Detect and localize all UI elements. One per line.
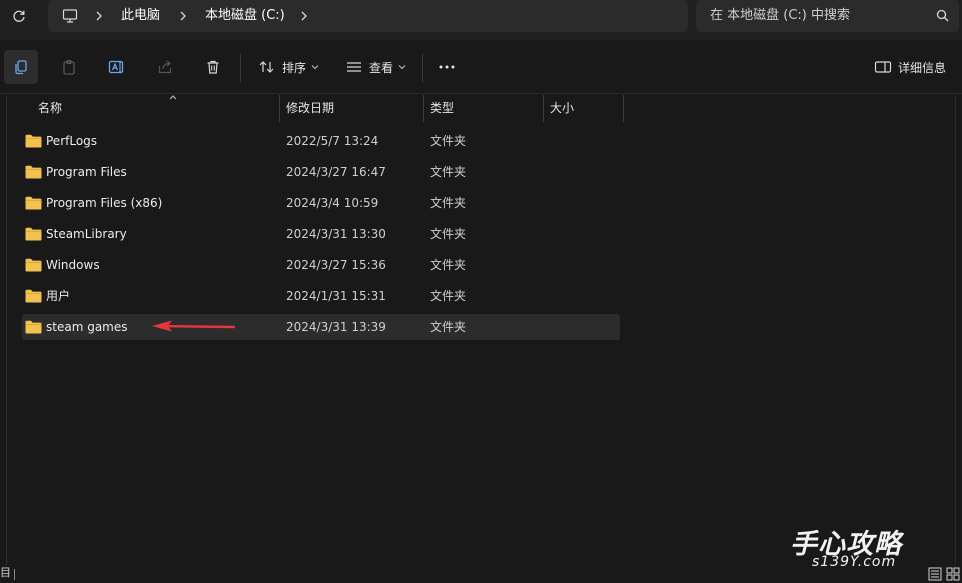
column-header-modified[interactable]: 修改日期 — [286, 95, 334, 122]
paste-button[interactable] — [52, 50, 86, 84]
file-type: 文件夹 — [430, 258, 467, 272]
column-divider[interactable] — [623, 95, 624, 122]
file-type: 文件夹 — [430, 165, 467, 179]
sort-label: 排序 — [281, 60, 306, 75]
column-header-row: 名称 修改日期 类型 大小 — [18, 95, 958, 122]
column-divider[interactable] — [423, 95, 424, 122]
folder-icon — [25, 227, 42, 241]
file-modified: 2024/3/27 15:36 — [286, 258, 386, 272]
annotation-arrow — [152, 320, 236, 332]
rename-button[interactable] — [100, 50, 134, 84]
folder-icon — [25, 320, 42, 334]
search-icon[interactable] — [935, 8, 951, 24]
file-row[interactable]: Windows 2024/3/27 15:36 文件夹 — [22, 252, 620, 278]
file-type: 文件夹 — [430, 289, 467, 303]
command-bar: 排序 查看 详细信息 — [0, 40, 962, 94]
chevron-right-icon[interactable] — [92, 8, 106, 24]
details-pane-button[interactable]: 详细信息 — [868, 50, 952, 84]
file-row[interactable]: PerfLogs 2022/5/7 13:24 文件夹 — [22, 128, 620, 154]
copy-icon — [15, 60, 27, 75]
file-modified: 2024/3/4 10:59 — [286, 196, 379, 210]
file-name: 用户 — [46, 289, 71, 303]
file-name: Windows — [46, 258, 100, 272]
more-icon — [439, 65, 455, 69]
chevron-right-icon[interactable] — [176, 8, 190, 24]
column-header-name[interactable]: 名称 — [38, 95, 62, 122]
file-row[interactable]: Program Files (x86) 2024/3/4 10:59 文件夹 — [22, 190, 620, 216]
search-box[interactable]: 在 本地磁盘 (C:) 中搜索 — [696, 0, 959, 32]
chevron-down-icon — [398, 65, 406, 70]
status-divider — [14, 569, 15, 580]
sort-icon — [259, 61, 274, 73]
sort-ascending-icon — [169, 95, 177, 100]
file-row-selected[interactable]: steam games 2024/3/31 13:39 文件夹 — [22, 314, 620, 340]
file-name: SteamLibrary — [46, 227, 127, 241]
file-modified: 2024/3/31 13:30 — [286, 227, 386, 241]
file-modified: 2024/1/31 15:31 — [286, 289, 386, 303]
column-header-type[interactable]: 类型 — [430, 95, 454, 122]
address-toolbar: 此电脑 本地磁盘 (C:) 在 本地磁盘 (C:) 中搜索 — [0, 0, 962, 40]
status-text: 目 — [0, 566, 11, 579]
view-icon — [346, 62, 361, 72]
file-name: Program Files — [46, 165, 127, 179]
breadcrumb-this-pc[interactable]: 此电脑 — [121, 0, 160, 32]
share-icon — [158, 60, 172, 74]
watermark: 手心攻略 s139Y.com — [790, 522, 958, 572]
file-row[interactable]: 用户 2024/1/31 15:31 文件夹 — [22, 283, 620, 309]
breadcrumb-local-disk[interactable]: 本地磁盘 (C:) — [205, 0, 285, 32]
file-type: 文件夹 — [430, 196, 467, 210]
scrollbar-track[interactable] — [955, 95, 956, 565]
column-header-size[interactable]: 大小 — [550, 95, 574, 122]
address-bar[interactable]: 此电脑 本地磁盘 (C:) — [48, 0, 688, 32]
watermark-url: s139Y.com — [812, 554, 897, 570]
search-placeholder: 在 本地磁盘 (C:) 中搜索 — [710, 8, 850, 23]
file-list-pane: 名称 修改日期 类型 大小 PerfLogs 2022/5/7 13:24 文件… — [0, 95, 962, 565]
file-name: Program Files (x86) — [46, 196, 163, 210]
file-type: 文件夹 — [430, 227, 467, 241]
file-modified: 2024/3/31 13:39 — [286, 320, 386, 334]
rename-icon — [108, 60, 124, 74]
file-type: 文件夹 — [430, 134, 467, 148]
delete-button[interactable] — [196, 50, 230, 84]
column-divider[interactable] — [279, 95, 280, 122]
copy-button[interactable] — [4, 50, 38, 84]
more-button[interactable] — [430, 50, 464, 84]
chevron-down-icon — [311, 65, 319, 70]
sort-button[interactable]: 排序 — [250, 50, 328, 84]
folder-icon — [25, 196, 42, 210]
file-name: PerfLogs — [46, 134, 98, 148]
details-pane-label: 详细信息 — [897, 60, 946, 75]
file-row[interactable]: SteamLibrary 2024/3/31 13:30 文件夹 — [22, 221, 620, 247]
paste-icon — [63, 59, 75, 75]
view-button[interactable]: 查看 — [338, 50, 414, 84]
pane-divider — [6, 95, 7, 565]
column-divider[interactable] — [543, 95, 544, 122]
folder-icon — [25, 289, 42, 303]
folder-icon — [25, 165, 42, 179]
refresh-button[interactable] — [8, 4, 30, 28]
computer-icon — [62, 9, 78, 23]
file-row[interactable]: Program Files 2024/3/27 16:47 文件夹 — [22, 159, 620, 185]
toolbar-separator — [240, 54, 241, 82]
file-modified: 2024/3/27 16:47 — [286, 165, 386, 179]
file-name: steam games — [46, 320, 128, 334]
delete-icon — [207, 60, 219, 74]
folder-icon — [25, 134, 42, 148]
view-label: 查看 — [368, 60, 393, 75]
chevron-right-icon[interactable] — [297, 8, 311, 24]
file-type: 文件夹 — [430, 320, 467, 334]
toolbar-separator — [422, 54, 423, 82]
folder-icon — [25, 258, 42, 272]
share-button[interactable] — [148, 50, 182, 84]
details-pane-icon — [874, 61, 892, 73]
refresh-icon — [13, 10, 25, 22]
file-modified: 2022/5/7 13:24 — [286, 134, 379, 148]
